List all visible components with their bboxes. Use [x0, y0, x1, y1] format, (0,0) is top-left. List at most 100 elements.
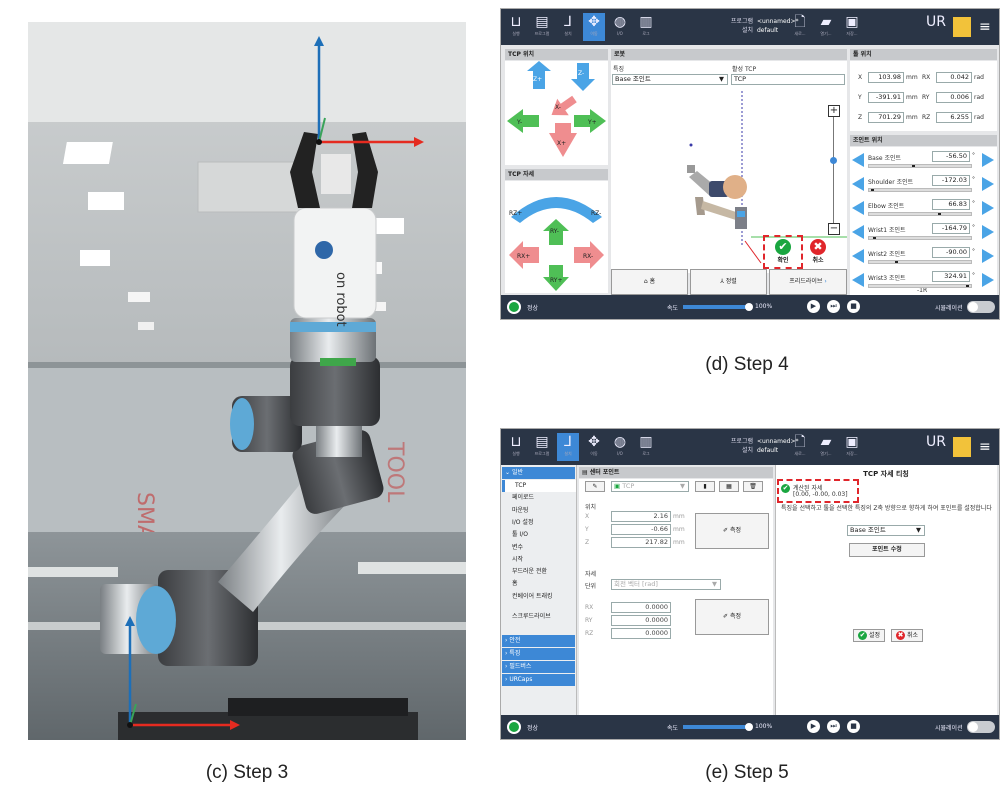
zoom-slider-thumb[interactable] [830, 157, 837, 164]
cancel-button[interactable]: ✖ 취소 [807, 239, 829, 264]
save-icon[interactable]: ▣ 저장... [841, 433, 863, 461]
move-icon[interactable]: ✥ 이동 [583, 13, 605, 41]
home-button[interactable]: ⌂ 홈 [611, 269, 688, 295]
simulation-toggle[interactable] [967, 721, 995, 733]
joint-decrease-arrow-icon[interactable] [852, 153, 864, 167]
joint-decrease-arrow-icon[interactable] [852, 177, 864, 191]
save-icon[interactable]: ▣ 저장... [841, 13, 863, 41]
installation-icon[interactable]: ⅃ 설치 [557, 433, 579, 461]
log-icon[interactable]: ▥ 로그 [635, 13, 657, 41]
log-icon[interactable]: ▥ 로그 [635, 433, 657, 461]
power-status-icon[interactable] [507, 720, 521, 734]
nav-item[interactable]: 툴 I/O [502, 529, 576, 541]
rot-ry-field[interactable]: 0.0000 [611, 615, 671, 626]
open-folder-icon[interactable]: ▰ 열기... [815, 13, 837, 41]
play-icon[interactable]: ▶ [807, 720, 820, 733]
align-button[interactable]: ⅄ 정렬 [690, 269, 767, 295]
nav-section[interactable]: › 필드버스 [502, 661, 575, 673]
nav-item[interactable]: 홈 [502, 578, 576, 590]
pos-y-field[interactable]: -0.66 [611, 524, 671, 535]
power-status-icon[interactable] [507, 300, 521, 314]
nav-item[interactable]: I/O 설정 [502, 517, 576, 529]
hamburger-menu-icon[interactable]: ≡ [979, 19, 993, 35]
joint-decrease-arrow-icon[interactable] [852, 225, 864, 239]
nav-item-tcp-active[interactable]: TCP [502, 480, 576, 492]
confirm-button[interactable]: ✔ 확인 [769, 239, 797, 264]
joint-increase-arrow-icon[interactable] [982, 177, 994, 191]
joint-decrease-arrow-icon[interactable] [852, 273, 864, 287]
speed-slider-thumb[interactable] [745, 303, 753, 311]
copy-icon[interactable]: ▦ [719, 481, 739, 492]
nav-item[interactable]: 변수 [502, 542, 576, 554]
speed-slider-thumb[interactable] [745, 723, 753, 731]
joint-decrease-arrow-icon[interactable] [852, 201, 864, 215]
feature-select[interactable]: Base 조인트 ▼ [847, 525, 925, 536]
joint-range-bar [868, 260, 972, 264]
trash-icon[interactable]: 🗑 [743, 481, 763, 492]
cancel-button[interactable]: ✖ 취소 [891, 629, 923, 642]
zoom-out-button[interactable]: − [828, 223, 840, 235]
freedrive-button[interactable]: 프리드라이브 › [769, 269, 847, 295]
nav-general[interactable]: ⌄ 일반 [502, 467, 575, 479]
step5-topbar: ⊔ 실행 ▤ 프로그램 ⅃ 설치 ✥ 이동 ◍ I/O ▥ 로그 프로그램 설치 <unnam… [501, 429, 999, 465]
tcp-orientation-pad: RZ+ RZ- RY- RX+ RX- RY+ [505, 181, 608, 293]
nav-item[interactable]: 스크루드라이브 [502, 611, 576, 623]
stop-icon[interactable]: ■ [847, 720, 860, 733]
pos-x-field[interactable]: 2.16 [611, 511, 671, 522]
program-icon[interactable]: ▤ 프로그램 [531, 13, 553, 41]
joint-increase-arrow-icon[interactable] [982, 153, 994, 167]
io-icon[interactable]: ◍ I/O [609, 433, 631, 461]
pencil-icon[interactable]: ✎ [585, 481, 605, 492]
tcp-position-title: TCP 위치 [505, 49, 608, 60]
nav-item[interactable]: 시작 [502, 554, 576, 566]
rot-rx-field[interactable]: 0.0000 [611, 602, 671, 613]
program-icon[interactable]: ▤ 프로그램 [531, 433, 553, 461]
speed-slider[interactable] [683, 305, 749, 309]
io-icon[interactable]: ◍ I/O [609, 13, 631, 41]
play-icon[interactable]: ▶ [807, 300, 820, 313]
rot-rz-field[interactable]: 0.0000 [611, 628, 671, 639]
check-icon: ✔ [775, 239, 791, 255]
installation-icon[interactable]: ⅃ 설치 [557, 13, 579, 41]
ur-logo-icon[interactable]: ⊔ 실행 [505, 433, 527, 461]
nav-item[interactable]: 부드러운 전환 [502, 566, 576, 578]
ur-logo-icon[interactable]: ⊔ 실행 [505, 13, 527, 41]
joint-decrease-arrow-icon[interactable] [852, 249, 864, 263]
measure-icon: ✐ [723, 527, 730, 534]
joint-increase-arrow-icon[interactable] [982, 249, 994, 263]
modify-point-button[interactable]: 포인트 수정 [849, 543, 925, 557]
urplus-icon[interactable]: UR [925, 433, 947, 461]
measure-orientation-button[interactable]: ✐ 측정 [695, 599, 769, 635]
unit-select[interactable]: 회전 벡터 [rad] ▼ [611, 579, 721, 590]
joint-increase-arrow-icon[interactable] [982, 225, 994, 239]
speed-slider[interactable] [683, 725, 749, 729]
nav-item[interactable]: 컨베이어 트래킹 [502, 591, 576, 611]
step-icon[interactable]: ⏭ [827, 720, 840, 733]
step-icon[interactable]: ⏭ [827, 300, 840, 313]
tcp-select[interactable]: ▣ TCP ▼ [611, 481, 689, 492]
zoom-in-button[interactable]: + [828, 105, 840, 117]
version-badge-icon [953, 437, 971, 457]
stop-icon[interactable]: ■ [847, 300, 860, 313]
urplus-icon[interactable]: UR [925, 13, 947, 41]
bookmark-icon[interactable]: ▮ [695, 481, 715, 492]
feature-select[interactable]: Base 조인트 ▼ [612, 74, 728, 85]
nav-section[interactable]: › 특징 [502, 648, 575, 660]
joint-increase-arrow-icon[interactable] [982, 201, 994, 215]
freedrive-label: 프리드라이브 [789, 278, 823, 285]
measure-position-button[interactable]: ✐ 측정 [695, 513, 769, 549]
set-button[interactable]: ✔ 설정 [853, 629, 885, 642]
nav-item[interactable]: 페이로드 [502, 492, 576, 504]
nav-section[interactable]: › URCaps [502, 674, 575, 686]
move-icon[interactable]: ✥ 이동 [583, 433, 605, 461]
simulation-toggle[interactable] [967, 301, 995, 313]
hamburger-menu-icon[interactable]: ≡ [979, 439, 993, 455]
nav-item[interactable]: 마운팅 [502, 505, 576, 517]
joint-range-marker [938, 213, 942, 215]
new-file-icon[interactable]: 🗋 새로... [789, 13, 811, 41]
joint-increase-arrow-icon[interactable] [982, 273, 994, 287]
nav-section[interactable]: › 안전 [502, 635, 575, 647]
open-folder-icon[interactable]: ▰ 열기... [815, 433, 837, 461]
new-file-icon[interactable]: 🗋 새로... [789, 433, 811, 461]
pos-z-field[interactable]: 217.82 [611, 537, 671, 548]
